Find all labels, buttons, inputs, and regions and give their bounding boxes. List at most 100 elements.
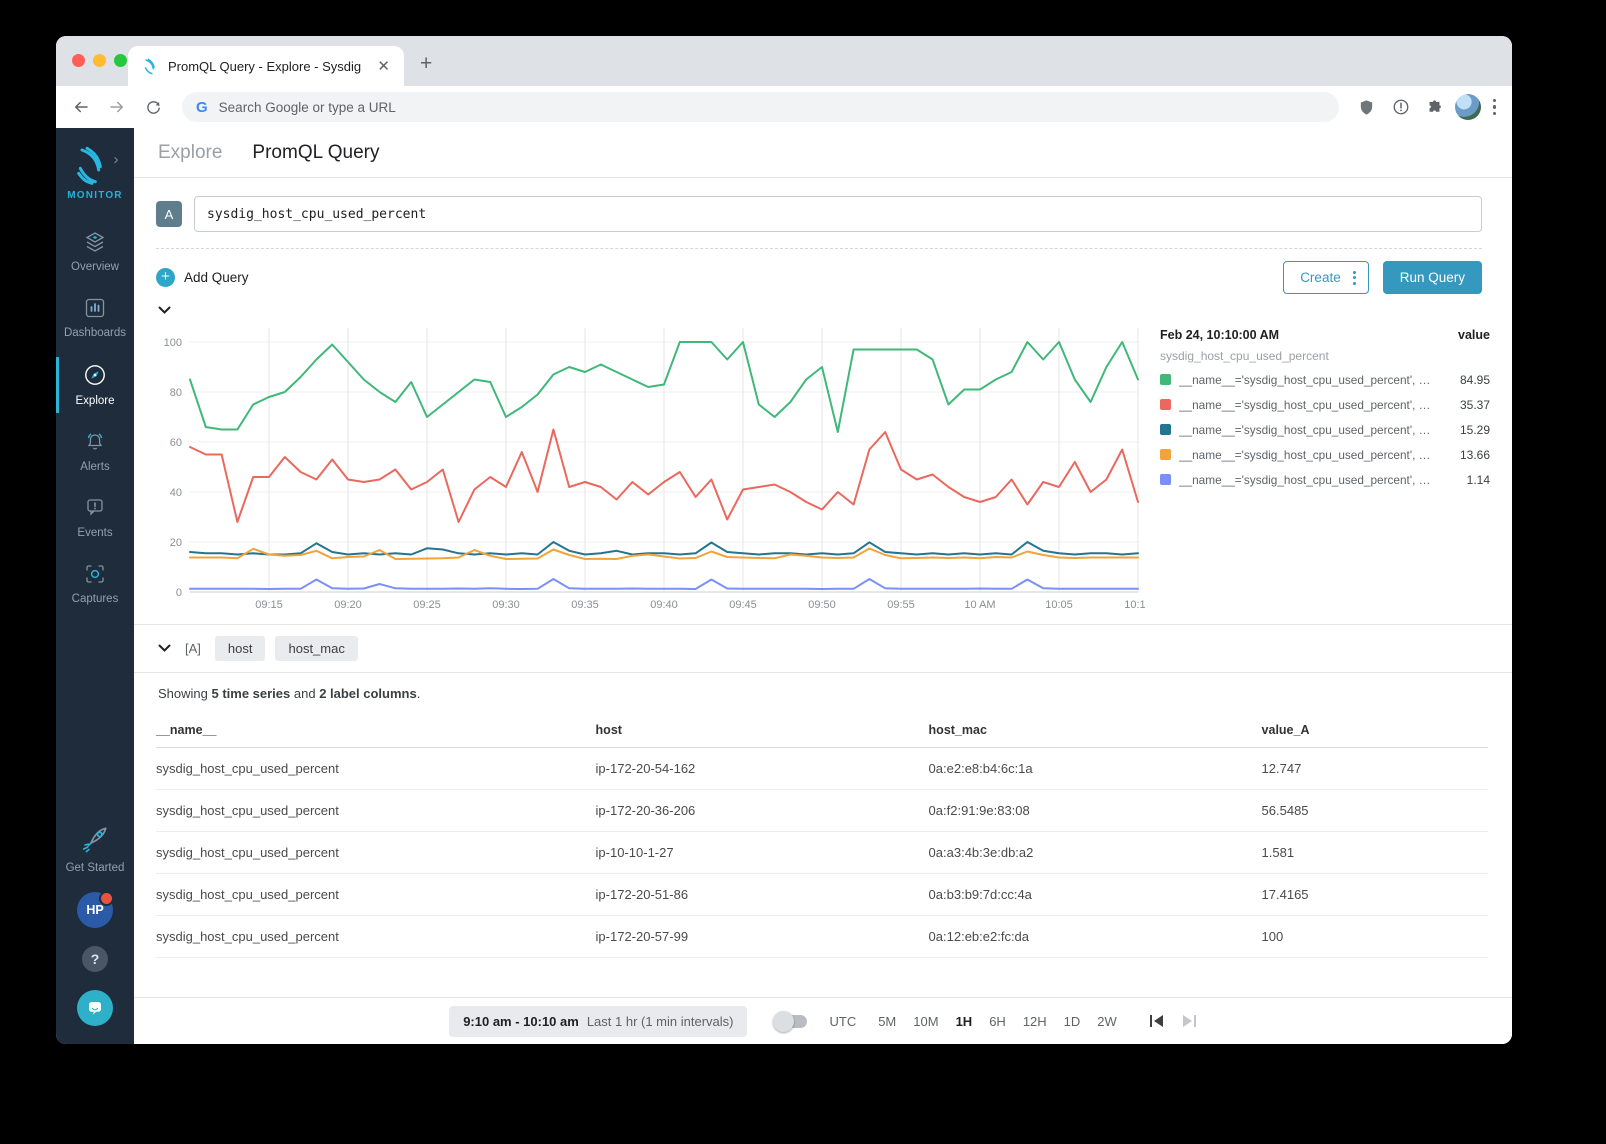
- series-value: 1.14: [1466, 472, 1490, 487]
- time-preset-6h[interactable]: 6H: [989, 1014, 1006, 1029]
- sidebar-item-label: Alerts: [80, 461, 110, 473]
- series-label: __name__='sysdig_host_cpu_used_percent',…: [1179, 372, 1436, 387]
- user-avatar[interactable]: HP: [77, 891, 114, 928]
- table-cell: sysdig_host_cpu_used_percent: [156, 915, 596, 958]
- column-header: host: [595, 714, 929, 748]
- column-header: host_mac: [928, 714, 1262, 748]
- time-presets: 5M 10M 1H 6H 12H 1D 2W: [878, 1014, 1117, 1029]
- table-cell: 56.5485: [1261, 789, 1488, 832]
- window-minimize-button[interactable]: [93, 54, 106, 67]
- forward-icon[interactable]: [102, 92, 132, 122]
- info-circle-extension-icon[interactable]: [1387, 93, 1415, 121]
- series-value: 35.37: [1459, 397, 1490, 412]
- scope-query-ref: [A]: [185, 641, 201, 656]
- sidebar-item-label: Events: [77, 527, 113, 539]
- breadcrumb[interactable]: Explore: [158, 142, 222, 164]
- bar-chart-icon: [85, 298, 105, 318]
- tab-close-icon[interactable]: ✕: [373, 57, 394, 76]
- query-row: A: [156, 196, 1482, 232]
- legend-row[interactable]: __name__='sysdig_host_cpu_used_percent',…: [1160, 442, 1490, 467]
- sidebar-item-captures[interactable]: Captures: [56, 551, 134, 617]
- chat-bubble-icon: [89, 1002, 101, 1015]
- time-preset-1h[interactable]: 1H: [956, 1014, 973, 1029]
- svg-text:09:30: 09:30: [492, 599, 520, 611]
- browser-menu-icon[interactable]: [1487, 98, 1503, 116]
- sidebar-item-dashboards[interactable]: Dashboards: [56, 285, 134, 351]
- legend-row[interactable]: __name__='sysdig_host_cpu_used_percent',…: [1160, 417, 1490, 442]
- label-chip-host[interactable]: host: [214, 636, 266, 661]
- svg-text:09:20: 09:20: [334, 599, 362, 611]
- table-cell: 0a:f2:91:9e:83:08: [928, 789, 1262, 832]
- svg-text:09:15: 09:15: [255, 599, 283, 611]
- table-cell: 1.581: [1261, 831, 1488, 874]
- table-cell: 17.4165: [1261, 873, 1488, 916]
- address-bar[interactable]: G Search Google or type a URL: [182, 92, 1339, 122]
- scope-collapse-chevron[interactable]: [158, 641, 171, 656]
- sysdig-logo[interactable]: [72, 144, 112, 186]
- browser-window: PromQL Query - Explore - Sysdig ✕ + G Se…: [56, 36, 1512, 1044]
- avatar-initials: HP: [86, 903, 104, 917]
- chart-section: 0 20 40 60 80 100 09:15 09:20 09:25 09:30 09:35 09:…: [142, 320, 1496, 612]
- create-menu-icon[interactable]: [1352, 270, 1356, 285]
- legend-row[interactable]: __name__='sysdig_host_cpu_used_percent',…: [1160, 392, 1490, 417]
- sidebar-item-alerts[interactable]: Alerts: [56, 419, 134, 485]
- browser-toolbar: G Search Google or type a URL: [56, 86, 1512, 128]
- series-value: 13.66: [1459, 447, 1490, 462]
- series-label: __name__='sysdig_host_cpu_used_percent',…: [1179, 397, 1436, 412]
- browser-tab[interactable]: PromQL Query - Explore - Sysdig ✕: [128, 46, 404, 86]
- sidebar-item-label: Overview: [71, 261, 119, 273]
- legend-row[interactable]: __name__='sysdig_host_cpu_used_percent',…: [1160, 467, 1490, 492]
- column-header: value_A: [1261, 714, 1488, 748]
- svg-text:09:25: 09:25: [413, 599, 441, 611]
- create-button[interactable]: Create: [1283, 261, 1369, 294]
- sidebar-item-get-started[interactable]: Get Started: [66, 823, 124, 874]
- time-preset-2w[interactable]: 2W: [1097, 1014, 1117, 1029]
- support-chat-button[interactable]: [77, 990, 113, 1026]
- utc-toggle[interactable]: [773, 1010, 808, 1032]
- shield-extension-icon[interactable]: [1353, 93, 1381, 121]
- compass-icon: [85, 365, 105, 385]
- run-query-button[interactable]: Run Query: [1382, 261, 1482, 294]
- new-tab-button[interactable]: +: [420, 52, 432, 76]
- window-close-button[interactable]: [72, 54, 85, 67]
- sidebar-item-explore[interactable]: Explore: [56, 351, 134, 419]
- sidebar-item-label: Captures: [71, 593, 119, 605]
- skip-to-end-icon: [1182, 1015, 1196, 1027]
- skip-to-start-icon[interactable]: [1149, 1014, 1165, 1028]
- add-query-button[interactable]: + Add Query: [156, 268, 249, 287]
- time-preset-10m[interactable]: 10M: [913, 1014, 938, 1029]
- time-preset-5m[interactable]: 5M: [878, 1014, 896, 1029]
- timeseries-chart[interactable]: 0 20 40 60 80 100 09:15 09:20 09:25 09:30 09:35 09:…: [142, 320, 1146, 612]
- legend-value-header: value: [1458, 328, 1490, 342]
- sidebar-item-events[interactable]: Events: [56, 485, 134, 551]
- create-label: Create: [1300, 270, 1341, 285]
- column-header: __name__: [156, 714, 596, 748]
- series-color-swatch: [1160, 474, 1171, 485]
- time-range-picker[interactable]: 9:10 am - 10:10 am Last 1 hr (1 min inte…: [449, 1005, 748, 1037]
- svg-text:20: 20: [170, 537, 182, 549]
- reload-icon[interactable]: [138, 92, 168, 122]
- time-preset-12h[interactable]: 12H: [1023, 1014, 1047, 1029]
- time-preset-1d[interactable]: 1D: [1064, 1014, 1081, 1029]
- events-bubble-icon: [87, 499, 103, 516]
- legend-row[interactable]: __name__='sysdig_host_cpu_used_percent',…: [1160, 367, 1490, 392]
- svg-text:80: 80: [170, 387, 182, 399]
- browser-profile-avatar[interactable]: [1454, 94, 1481, 120]
- page-title: PromQL Query: [252, 141, 380, 163]
- sidebar-expand-icon[interactable]: ›: [114, 151, 119, 168]
- plus-icon: +: [156, 268, 175, 287]
- table-cell: ip-10-10-1-27: [595, 831, 929, 874]
- help-button[interactable]: ?: [82, 946, 108, 972]
- series-color-swatch: [1160, 424, 1171, 435]
- tab-title: PromQL Query - Explore - Sysdig: [168, 58, 362, 74]
- table-cell: ip-172-20-57-99: [595, 915, 929, 958]
- sidebar-item-overview[interactable]: Overview: [56, 219, 134, 285]
- back-icon[interactable]: [66, 92, 96, 122]
- address-text: Search Google or type a URL: [218, 99, 396, 115]
- series-color-swatch: [1160, 374, 1171, 385]
- window-zoom-button[interactable]: [114, 54, 127, 67]
- extensions-puzzle-icon[interactable]: [1421, 93, 1449, 121]
- label-chip-host_mac[interactable]: host_mac: [275, 636, 358, 661]
- promql-query-input[interactable]: [194, 196, 1482, 232]
- chart-collapse-chevron[interactable]: [158, 302, 174, 320]
